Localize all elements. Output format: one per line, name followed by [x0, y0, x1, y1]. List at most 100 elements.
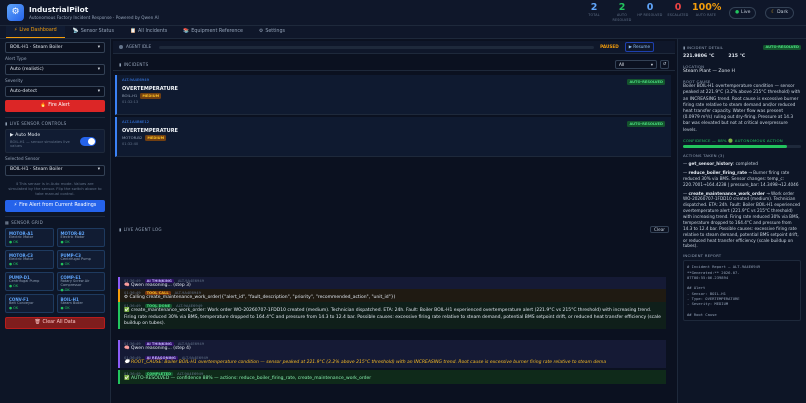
chevron-down-icon: ▾ [650, 61, 653, 67]
resume-button[interactable]: ▶ Resume [624, 42, 655, 52]
live-indicator[interactable]: ● Live [729, 7, 757, 19]
stat-value: 0 [646, 2, 654, 13]
incident-card[interactable]: ALT-1A4B6E12 OVERTEMPERATURE MOTOR-B2 MEDIU… [115, 117, 671, 157]
sensor-status: ● OK [9, 262, 50, 267]
log-text: ✅ AUTO-RESOLVED — confidence 88% — actio… [124, 376, 662, 383]
action-result: → Work order WO-20260707-1FDD10 created … [683, 190, 801, 249]
log-header: ▮ LIVE AGENT LOG Clear [113, 224, 675, 235]
sensor-card[interactable]: PUMP-C3 Centrifugal Pump ● OK [56, 250, 105, 270]
sensor-status: ● OK [61, 240, 102, 245]
sensor-card[interactable]: BOIL-H1 Steam Boiler ● OK [56, 294, 105, 314]
tab-label: Live Dashboard [19, 28, 57, 34]
stat-item: 2 AUTO RESOLVED [608, 2, 636, 22]
sensor-card[interactable]: MOTOR-B2 Electric Motor ● OK [56, 228, 105, 248]
log-text: ✅ create_maintenance_work_order: Work or… [124, 308, 662, 328]
factory-logo-icon: ⚙ [7, 4, 24, 21]
tab-sensor-status[interactable]: 📡 Sensor Status [65, 26, 122, 38]
selected-sensor-value: BOIL-H1 · Steam Boiler [10, 167, 63, 173]
auto-mode-toggle[interactable] [80, 137, 96, 147]
action-name: get_sensor_history [688, 161, 733, 166]
severity-label: Severity [5, 79, 23, 85]
bell-icon: ▮ [119, 61, 122, 67]
sensor-card[interactable]: CONV-F1 Belt Conveyor ● OK [5, 294, 54, 314]
toggle-knob [88, 138, 95, 146]
tab-label: Sensor Status [80, 28, 114, 34]
selected-sensor-select[interactable]: BOIL-H1 · Steam Boiler ▾ [5, 164, 105, 176]
brand: IndustrialPilot Autonomous Factory Incid… [29, 5, 159, 20]
fire-alert-button[interactable]: 🔥 Fire Alert [5, 100, 105, 113]
tab-all-incidents[interactable]: 📋 All Incidents [122, 26, 175, 38]
tab-icon: ⚡ [14, 28, 18, 34]
equipment-select[interactable]: BOIL-H1 · Steam Boiler ▾ [5, 42, 105, 53]
incident-detail-panel: ▮ INCIDENT DETAIL AUTO-RESOLVED 221.9806… [677, 39, 806, 403]
log-text: ⚙ Calling create_maintenance_work_order(… [124, 295, 662, 302]
agent-log: ▮ LIVE AGENT LOG Clear 01:36:49 AI THINKIN… [113, 224, 675, 403]
sensor-status: ● OK [61, 306, 102, 311]
stat-item: 2 TOTAL [580, 2, 608, 22]
detail-heading: ▮ INCIDENT DETAIL [683, 45, 723, 50]
threshold-value: 215 °C [728, 54, 746, 59]
log-icon: 🧠 [124, 346, 130, 352]
stat-value: 100% [692, 2, 722, 13]
sensor-status-text: OK [64, 239, 70, 244]
auto-mode-title: Auto Mode [15, 133, 41, 139]
incidents-heading: ▮ INCIDENTS [119, 62, 149, 67]
clear-all-button[interactable]: 🗑 Clear All Data [5, 317, 105, 330]
log-icon: 🧠 [124, 283, 130, 289]
reading-value: 221.9806 °C [683, 54, 715, 59]
tab-live-dashboard[interactable]: ⚡ Live Dashboard [6, 26, 65, 38]
detail-title: INCIDENT DETAIL [686, 44, 724, 50]
sensor-card[interactable]: PUMP-D1 Centrifugal Pump ● OK [5, 272, 54, 292]
report-label: INCIDENT REPORT [683, 253, 722, 259]
log-clear-button[interactable]: Clear [650, 225, 669, 234]
sensor-card[interactable]: MOTOR-C3 Electric Motor ● OK [5, 250, 54, 270]
log-entry: 01:36:49 COMPLETED ALT-9A4E6949 ✅ AUTO-RESO… [118, 370, 666, 385]
log-text: 💭 ROOT_CAUSE: Boiler BOIL-H1 overtempera… [124, 360, 662, 367]
chevron-down-icon: ▾ [97, 167, 100, 173]
sensor-status-text: OK [64, 305, 70, 310]
stat-value: 0 [674, 2, 682, 13]
stat-item: 100% AUTO RATE [692, 2, 722, 22]
bolt-icon: ⚡ [13, 202, 18, 208]
moon-icon: ☾ [771, 10, 776, 16]
action-name: create_maintenance_work_order [688, 190, 765, 196]
stat-label: AUTO RATE [695, 13, 717, 18]
fire-alert-readings-button[interactable]: ⚡ Fire Alert from Current Readings [5, 199, 105, 212]
refresh-button[interactable]: ↺ [660, 60, 669, 69]
stat-label: HP RESOLVED [637, 13, 663, 18]
chevron-down-icon: ▾ [97, 88, 100, 94]
sensor-card[interactable]: COMP-E1 Rotary Screw Air Compressor ● OK [56, 272, 105, 292]
terminal-icon: ▮ [119, 226, 122, 232]
antenna-icon: ▮ [5, 121, 8, 127]
log-icon: ✅ [124, 376, 130, 382]
agent-progress-track [159, 45, 595, 49]
filter-value: All [619, 61, 625, 67]
chevron-down-icon: ▾ [97, 66, 100, 72]
incidents-header: ▮ INCIDENTS All ▾ ↺ [113, 59, 675, 71]
alert-type-value: Auto (realistic) [10, 66, 44, 72]
tab-equipment-reference[interactable]: 📚 Equipment Reference [175, 26, 251, 38]
sensor-card[interactable]: MOTOR-A1 Electric Motor ● OK [5, 228, 54, 248]
stat-value: 2 [618, 2, 626, 13]
log-message: Qwen reasoning... (step 3) [131, 283, 191, 289]
incident-status-badge: AUTO-RESOLVED [627, 79, 665, 85]
sensor-status: ● OK [9, 240, 50, 245]
alert-type-select[interactable]: Auto (realistic) ▾ [5, 64, 105, 76]
incident-card[interactable]: ALT-9A4E6949 OVERTEMPERATURE BOIL-H1 MEDIUM… [115, 75, 671, 115]
sensor-status-text: OK [13, 239, 19, 244]
severity-value: Auto-detect [10, 88, 38, 94]
main-tabs: ⚡ Live Dashboard 📡 Sensor Status 📋 All Incide… [0, 26, 806, 39]
severity-select[interactable]: Auto-detect ▾ [5, 86, 105, 98]
auto-mode-info-text: This sensor is in Auto mode. Values are … [8, 180, 102, 196]
sensor-desc: Rotary Screw Air Compressor [60, 278, 90, 287]
sensor-status-text: OK [64, 261, 70, 266]
chevron-down-icon: ▾ [97, 44, 100, 50]
tab-settings[interactable]: ⚙ Settings [251, 26, 293, 38]
log-message: Calling create_maintenance_work_order({"… [129, 295, 396, 301]
sensor-grid: MOTOR-A1 Electric Motor ● OK MOTOR-B2 Electr… [5, 228, 105, 314]
theme-toggle[interactable]: ☾ Dark [765, 7, 795, 19]
incident-filter-select[interactable]: All ▾ [615, 60, 657, 69]
log-text: 🧠 Qwen reasoning... (step 4) [124, 346, 662, 353]
stat-label: ESCALATED [667, 13, 689, 18]
detail-readings: 221.9806 °C 215 °C [683, 54, 801, 60]
